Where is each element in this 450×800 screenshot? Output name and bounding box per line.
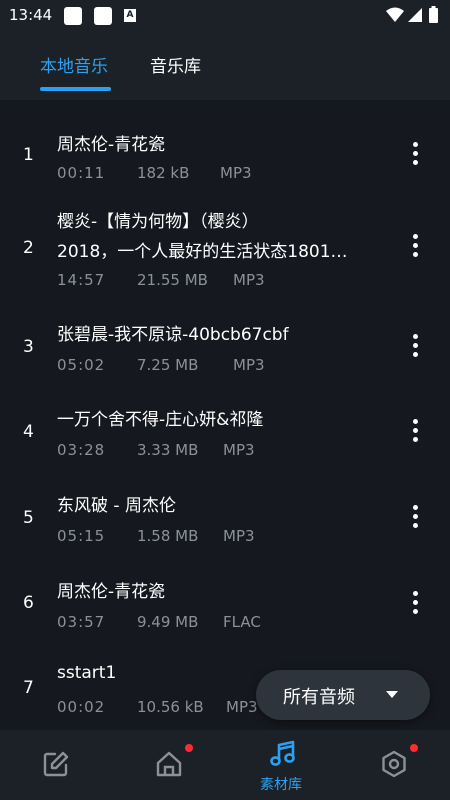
song-title: 东风破 - 周杰伦 bbox=[57, 496, 176, 516]
song-title: 周杰伦-青花瓷 bbox=[57, 582, 166, 602]
song-index: 3 bbox=[23, 337, 34, 357]
more-options-icon[interactable] bbox=[405, 232, 425, 262]
song-format: MP3 bbox=[223, 527, 255, 545]
tab-music-library[interactable]: 音乐库 bbox=[150, 52, 201, 77]
song-size: 3.33 MB bbox=[137, 441, 199, 459]
more-options-icon[interactable] bbox=[405, 589, 425, 619]
song-row[interactable]: 2 樱炎-【情为何物】（樱炎） 2018，一个人最好的生活状态1801… 14:… bbox=[0, 195, 450, 305]
song-duration: 05:15 bbox=[57, 527, 106, 545]
song-row[interactable]: 4 一万个舍不得-庄心妍&祁隆 03:28 3.33 MB MP3 bbox=[0, 395, 450, 475]
song-index: 2 bbox=[23, 238, 34, 258]
song-duration: 00:11 bbox=[57, 164, 106, 182]
song-index: 5 bbox=[23, 508, 34, 528]
more-options-icon[interactable] bbox=[405, 140, 425, 170]
song-index: 1 bbox=[23, 145, 34, 165]
song-title-line2: 2018，一个人最好的生活状态1801… bbox=[57, 242, 348, 262]
song-index: 6 bbox=[23, 593, 34, 613]
keyboard-a-icon: A bbox=[124, 9, 136, 22]
status-time: 13:44 bbox=[9, 6, 53, 24]
song-title: sstart1 bbox=[57, 663, 117, 683]
notification-badge bbox=[185, 744, 193, 752]
tab-local-music[interactable]: 本地音乐 bbox=[40, 52, 108, 77]
audio-filter-dropdown[interactable]: 所有音频 bbox=[256, 670, 430, 720]
notification-badge bbox=[410, 744, 418, 752]
song-size: 7.25 MB bbox=[137, 356, 199, 374]
song-format: FLAC bbox=[223, 613, 261, 631]
music-note-icon bbox=[270, 740, 295, 766]
song-duration: 03:28 bbox=[57, 441, 106, 459]
song-row[interactable]: 1 周杰伦-青花瓷 00:11 182 kB MP3 bbox=[0, 110, 450, 185]
song-index: 4 bbox=[23, 422, 34, 442]
song-duration: 14:57 bbox=[57, 271, 106, 289]
song-format: MP3 bbox=[233, 271, 265, 289]
song-title: 周杰伦-青花瓷 bbox=[57, 135, 166, 155]
song-format: MP3 bbox=[233, 356, 265, 374]
battery-icon bbox=[429, 8, 438, 23]
song-format: MP3 bbox=[220, 164, 252, 182]
settings-hex-icon bbox=[382, 750, 406, 778]
more-options-icon[interactable] bbox=[405, 503, 425, 533]
active-tab-indicator bbox=[40, 87, 111, 91]
song-size: 182 kB bbox=[137, 164, 190, 182]
nav-material-library[interactable]: 素材库 bbox=[225, 730, 337, 800]
filter-label: 所有音频 bbox=[283, 687, 355, 708]
notification-icon bbox=[94, 7, 112, 25]
caret-down-icon bbox=[386, 691, 398, 698]
signal-icon bbox=[408, 8, 422, 22]
song-row[interactable]: 6 周杰伦-青花瓷 03:57 9.49 MB FLAC bbox=[0, 565, 450, 645]
song-format: MP3 bbox=[223, 441, 255, 459]
song-title: 一万个舍不得-庄心妍&祁隆 bbox=[57, 410, 264, 430]
nav-label: 素材库 bbox=[260, 777, 302, 793]
song-size: 21.55 MB bbox=[137, 271, 208, 289]
nav-edit[interactable] bbox=[0, 730, 112, 800]
song-row[interactable]: 3 张碧晨-我不原谅-40bcb67cbf 05:02 7.25 MB MP3 bbox=[0, 310, 450, 390]
nav-settings[interactable] bbox=[337, 730, 449, 800]
song-duration: 05:02 bbox=[57, 356, 106, 374]
song-duration: 03:57 bbox=[57, 613, 106, 631]
song-index: 7 bbox=[23, 678, 34, 698]
more-options-icon[interactable] bbox=[405, 417, 425, 447]
top-tabs: 本地音乐 音乐库 bbox=[0, 32, 450, 100]
wifi-icon bbox=[386, 7, 404, 22]
song-size: 10.56 kB bbox=[137, 698, 204, 716]
more-options-icon[interactable] bbox=[405, 332, 425, 362]
song-title-line1: 樱炎-【情为何物】（樱炎） bbox=[57, 212, 259, 232]
nav-home[interactable] bbox=[112, 730, 224, 800]
song-duration: 00:02 bbox=[57, 698, 106, 716]
home-icon bbox=[156, 751, 182, 777]
notification-icon bbox=[64, 7, 82, 25]
bottom-navigation: 素材库 bbox=[0, 730, 450, 800]
status-bar: 13:44 A bbox=[0, 0, 450, 32]
song-size: 1.58 MB bbox=[137, 527, 199, 545]
song-size: 9.49 MB bbox=[137, 613, 199, 631]
system-status-icons bbox=[386, 6, 438, 23]
song-title: 张碧晨-我不原谅-40bcb67cbf bbox=[57, 325, 289, 345]
edit-icon bbox=[43, 751, 69, 777]
song-format: MP3 bbox=[226, 698, 258, 716]
song-row[interactable]: 5 东风破 - 周杰伦 05:15 1.58 MB MP3 bbox=[0, 480, 450, 560]
